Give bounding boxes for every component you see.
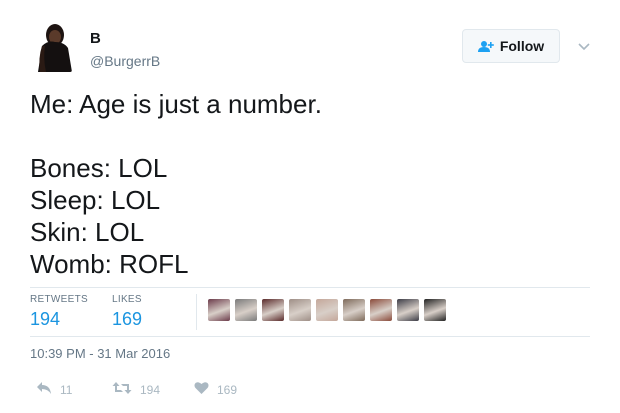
like-count: 169 [217, 382, 238, 397]
tweet-line: Bones: LOL [30, 153, 168, 183]
tweet-actions: 11 194 169 [36, 381, 237, 398]
avatar-image [36, 22, 72, 72]
tweet-line: Womb: ROFL [30, 249, 189, 279]
display-name[interactable]: B [90, 30, 101, 47]
chevron-down-icon[interactable] [576, 38, 592, 54]
tweet-timestamp[interactable]: 10:39 PM - 31 Mar 2016 [30, 346, 170, 361]
liker-avatar[interactable] [370, 299, 392, 321]
retweet-button[interactable]: 194 [112, 381, 194, 398]
tweet-line [30, 120, 590, 152]
liker-avatars [208, 299, 446, 321]
follow-person-plus-icon [477, 40, 494, 53]
reply-count: 11 [60, 382, 73, 397]
heart-icon [194, 381, 209, 398]
retweets-stat[interactable]: RETWEETS 194 [30, 294, 88, 330]
tweet-stats: RETWEETS 194 LIKES 169 [30, 287, 590, 337]
reply-icon [36, 381, 52, 398]
liker-avatar[interactable] [343, 299, 365, 321]
like-button[interactable]: 169 [194, 381, 237, 398]
liker-avatar[interactable] [397, 299, 419, 321]
follow-button[interactable]: Follow [462, 29, 560, 63]
liker-avatar[interactable] [424, 299, 446, 321]
stats-divider [196, 294, 197, 330]
retweets-count[interactable]: 194 [30, 309, 88, 330]
tweet-text: Me: Age is just a number. Bones: LOL Sle… [30, 88, 590, 280]
liker-avatar[interactable] [289, 299, 311, 321]
user-avatar[interactable] [36, 22, 72, 72]
likes-count[interactable]: 169 [112, 309, 142, 330]
tweet-line: Sleep: LOL [30, 185, 161, 215]
reply-button[interactable]: 11 [36, 381, 112, 398]
liker-avatar[interactable] [235, 299, 257, 321]
likes-stat[interactable]: LIKES 169 [112, 294, 142, 330]
tweet-line: Skin: LOL [30, 217, 145, 247]
tweet-card: B @BurgerrB Follow Me: Age is just a num… [0, 0, 620, 413]
retweet-count: 194 [140, 382, 161, 397]
user-handle[interactable]: @BurgerrB [90, 53, 160, 69]
follow-label: Follow [499, 38, 545, 54]
liker-avatar[interactable] [262, 299, 284, 321]
liker-avatar[interactable] [208, 299, 230, 321]
liker-avatar[interactable] [316, 299, 338, 321]
retweets-label: RETWEETS [30, 294, 88, 305]
likes-label: LIKES [112, 294, 142, 305]
tweet-line: Me: Age is just a number. [30, 89, 322, 119]
retweet-icon [112, 381, 132, 398]
